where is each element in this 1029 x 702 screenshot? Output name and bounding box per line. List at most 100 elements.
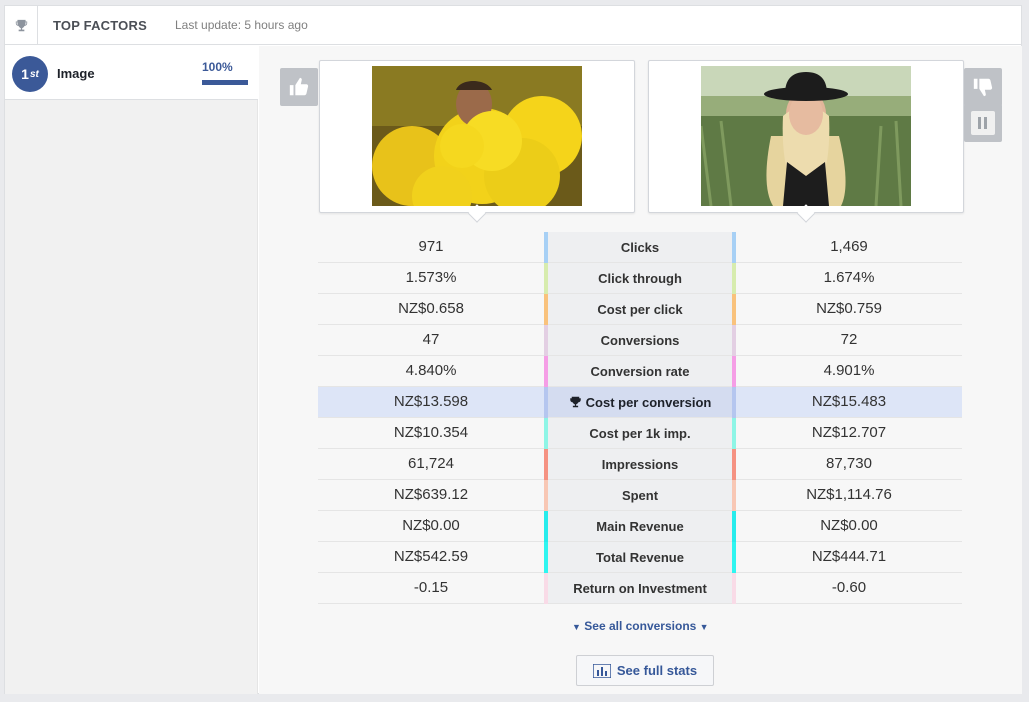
stat-label: Cost per 1k imp. bbox=[544, 418, 736, 448]
stat-label: Spent bbox=[544, 480, 736, 510]
stat-row: NZ$10.354 Cost per 1k imp. NZ$12.707 bbox=[318, 418, 962, 449]
stat-label-text: Impressions bbox=[601, 457, 679, 472]
stat-right-value: NZ$15.483 bbox=[811, 393, 887, 410]
stat-row: 61,724 Impressions 87,730 bbox=[318, 449, 962, 480]
stat-row: 47 Conversions 72 bbox=[318, 325, 962, 356]
stat-row: NZ$0.658 Cost per click NZ$0.759 bbox=[318, 294, 962, 325]
stat-label-text: Conversion rate bbox=[590, 364, 690, 379]
stat-right-value: 72 bbox=[840, 331, 858, 348]
stat-left-value: NZ$0.00 bbox=[402, 517, 460, 534]
stat-color-bar-left bbox=[544, 325, 548, 356]
stat-color-bar-left bbox=[544, 294, 548, 325]
stat-right-value: 4.901% bbox=[823, 362, 875, 379]
stat-row: NZ$13.598 Cost per conversion NZ$15.483 bbox=[318, 387, 962, 418]
thumbs-up-button[interactable] bbox=[280, 68, 318, 106]
variant-a-card[interactable] bbox=[319, 60, 635, 213]
stat-label: Conversions bbox=[544, 325, 736, 355]
rank-badge: 1st bbox=[12, 56, 48, 92]
stat-row: 1.573% Click through 1.674% bbox=[318, 263, 962, 294]
stat-row: NZ$639.12 Spent NZ$1,114.76 bbox=[318, 480, 962, 511]
stat-right-value: 1.674% bbox=[823, 269, 875, 286]
stat-color-bar-left bbox=[544, 387, 548, 418]
factors-sidebar: 1st Image 100% bbox=[5, 46, 258, 694]
stat-color-bar-left bbox=[544, 232, 548, 263]
stat-label: Cost per click bbox=[544, 294, 736, 324]
stat-label: Main Revenue bbox=[544, 511, 736, 541]
stat-label-text: Cost per 1k imp. bbox=[589, 426, 691, 441]
stat-right-value: NZ$0.759 bbox=[816, 300, 882, 317]
stat-label: Impressions bbox=[544, 449, 736, 479]
stat-label-text: Spent bbox=[621, 488, 659, 503]
stat-label-text: Clicks bbox=[620, 240, 660, 255]
stat-left-value: 61,724 bbox=[408, 455, 454, 472]
stat-label-text: Conversions bbox=[600, 333, 680, 348]
trophy-icon bbox=[5, 6, 38, 45]
thumbs-up-icon bbox=[289, 77, 309, 96]
stat-label-text: Main Revenue bbox=[596, 519, 684, 534]
caret-down-icon: ▼ bbox=[572, 622, 581, 632]
see-all-conversions-link[interactable]: ▼ See all conversions ▼ bbox=[572, 619, 709, 633]
stat-right-value: NZ$444.71 bbox=[811, 548, 887, 565]
stat-left-value: 1.573% bbox=[405, 269, 457, 286]
stats-comparison-table: 971 Clicks 1,469 1.573% Click through 1.674% N… bbox=[318, 232, 962, 604]
stat-row: 4.840% Conversion rate 4.901% bbox=[318, 356, 962, 387]
stat-right-value: NZ$12.707 bbox=[811, 424, 887, 441]
stat-left-value: NZ$10.354 bbox=[393, 424, 469, 441]
stat-color-bar-left bbox=[544, 511, 548, 542]
bar-chart-icon bbox=[592, 663, 611, 678]
variant-b-card[interactable] bbox=[648, 60, 964, 213]
comparison-area: 971 Clicks 1,469 1.573% Click through 1.674% N… bbox=[259, 46, 1022, 694]
sidebar-item-label: Image bbox=[57, 66, 95, 81]
stat-color-bar-left bbox=[544, 573, 548, 604]
caret-down-icon: ▼ bbox=[699, 622, 709, 632]
stat-left-value: NZ$639.12 bbox=[393, 486, 469, 503]
pause-icon bbox=[978, 117, 987, 129]
stat-label: Return on Investment bbox=[544, 573, 736, 603]
stat-color-bar-left bbox=[544, 449, 548, 480]
factor-progress-fill bbox=[202, 80, 248, 85]
see-full-stats-button[interactable]: See full stats bbox=[576, 655, 714, 686]
trophy-icon bbox=[569, 395, 586, 410]
stat-left-value: -0.15 bbox=[413, 579, 449, 596]
pause-button[interactable] bbox=[971, 111, 995, 135]
stat-label: Conversion rate bbox=[544, 356, 736, 386]
stat-row: 971 Clicks 1,469 bbox=[318, 232, 962, 263]
panel-header: TOP FACTORS Last update: 5 hours ago bbox=[5, 6, 1021, 45]
stat-color-bar-left bbox=[544, 542, 548, 573]
stat-label: Total Revenue bbox=[544, 542, 736, 572]
stat-left-value: NZ$13.598 bbox=[393, 393, 469, 410]
stat-left-value: 971 bbox=[418, 238, 444, 255]
stat-left-value: NZ$542.59 bbox=[393, 548, 469, 565]
pause-button-container bbox=[964, 104, 1002, 142]
sidebar-item-image[interactable]: 1st Image 100% bbox=[5, 46, 258, 100]
stat-row: -0.15 Return on Investment -0.60 bbox=[318, 573, 962, 604]
stat-label-text: Click through bbox=[598, 271, 682, 286]
variant-b-image bbox=[701, 66, 911, 206]
stat-row: NZ$0.00 Main Revenue NZ$0.00 bbox=[318, 511, 962, 542]
stat-color-bar-left bbox=[544, 263, 548, 294]
stat-label-text: Return on Investment bbox=[573, 581, 707, 596]
thumbs-down-button[interactable] bbox=[964, 68, 1002, 106]
stat-row: NZ$542.59 Total Revenue NZ$444.71 bbox=[318, 542, 962, 573]
stat-right-value: 1,469 bbox=[830, 238, 868, 255]
stat-right-value: 87,730 bbox=[826, 455, 872, 472]
stat-right-value: NZ$1,114.76 bbox=[806, 486, 892, 503]
stat-label: Cost per conversion bbox=[544, 387, 736, 417]
stat-label: Click through bbox=[544, 263, 736, 293]
stat-label-text: Total Revenue bbox=[596, 550, 684, 565]
stat-color-bar-left bbox=[544, 418, 548, 449]
panel-title: TOP FACTORS bbox=[53, 18, 147, 33]
stat-right-value: -0.60 bbox=[831, 579, 867, 596]
thumbs-down-icon bbox=[973, 78, 993, 97]
stat-color-bar-left bbox=[544, 480, 548, 511]
top-factors-panel: TOP FACTORS Last update: 5 hours ago 1st… bbox=[4, 5, 1022, 694]
stat-label-text: Cost per click bbox=[597, 302, 683, 317]
factor-progress-bar bbox=[202, 80, 248, 85]
stat-label: Clicks bbox=[544, 232, 736, 262]
stat-color-bar-left bbox=[544, 356, 548, 387]
stat-left-value: 47 bbox=[422, 331, 440, 348]
variant-a-image bbox=[372, 66, 582, 206]
stat-left-value: NZ$0.658 bbox=[398, 300, 464, 317]
stat-left-value: 4.840% bbox=[405, 362, 457, 379]
stat-label-text: Cost per conversion bbox=[585, 395, 712, 410]
